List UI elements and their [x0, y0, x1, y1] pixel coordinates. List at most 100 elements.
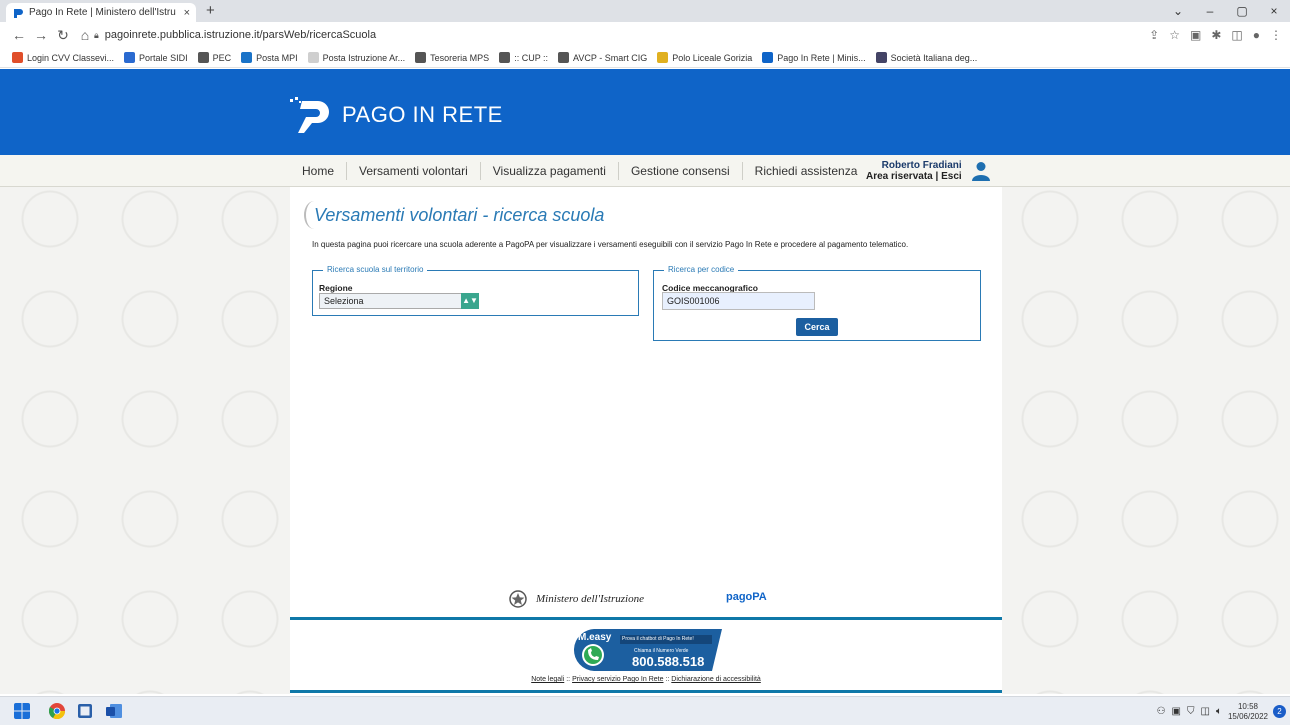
bookmark-item[interactable]: Pago In Rete | Minis... [762, 52, 866, 63]
bookmark-favicon-icon [499, 52, 511, 63]
menu-item-gestione-consensi[interactable]: Gestione consensi [619, 162, 743, 180]
tray-app-icon[interactable]: ▣ [1172, 706, 1181, 717]
bookmark-item[interactable]: AVCP - Smart CIG [558, 52, 647, 63]
browser-tab[interactable]: Pago In Rete | Ministero dell'Istru × [6, 3, 196, 22]
network-icon[interactable]: ⚇ [1157, 706, 1166, 717]
bookmark-label: AVCP - Smart CIG [573, 52, 648, 63]
browser-tab-bar: Pago In Rete | Ministero dell'Istru × + … [0, 0, 1290, 22]
bookmark-star-icon[interactable]: ☆ [1169, 28, 1180, 42]
reload-icon[interactable]: ↻ [52, 27, 74, 44]
bookmark-favicon-icon [124, 52, 136, 63]
search-button[interactable]: Cerca [796, 318, 838, 336]
bookmark-label: Portale SIDI [139, 52, 188, 63]
volume-icon[interactable]: 🔈︎ [1216, 706, 1222, 717]
bookmark-label: Polo Liceale Gorizia [672, 52, 753, 63]
url-text: pagoinrete.pubblica.istruzione.it/parsWe… [104, 29, 377, 41]
share-icon[interactable]: ⇪ [1149, 28, 1159, 42]
bookmark-item[interactable]: PEC [197, 52, 232, 63]
accessibility-link[interactable]: Dichiarazione di accessibilità [671, 676, 761, 683]
pagopa-logo[interactable]: pagoPA [726, 591, 767, 603]
system-tray: ⚇ ▣ ⛉ ◫ 🔈︎ 10:58 15/06/2022 [1157, 697, 1268, 725]
windows-taskbar: ⚇ ▣ ⛉ ◫ 🔈︎ 10:58 15/06/2022 2 [0, 696, 1290, 725]
pagoinrete-favicon-icon [14, 8, 23, 18]
bookmark-item[interactable]: Posta Istruzione Ar... [307, 52, 405, 63]
menu-item-richiedi-assistenza[interactable]: Richiedi assistenza [743, 162, 870, 180]
pago-in-rete-logo[interactable]: PAGO IN RETE [288, 95, 503, 135]
tab-search-icon[interactable]: ⌄ [1162, 0, 1194, 22]
bookmark-favicon-icon [12, 52, 23, 63]
forward-arrow-icon[interactable]: → [30, 27, 52, 43]
user-icon[interactable] [972, 161, 990, 181]
extension-icon[interactable]: ▣ [1190, 28, 1201, 42]
extensions-puzzle-icon[interactable]: ✱ [1211, 28, 1221, 42]
select-arrows-icon: ▲▼ [461, 293, 479, 309]
code-input-value: GOIS001006 [667, 296, 720, 306]
chrome-icon[interactable] [49, 703, 65, 719]
region-label: Regione [319, 283, 353, 293]
region-select[interactable]: Seleziona ▲▼ [319, 293, 479, 309]
code-input[interactable]: GOIS001006 [662, 292, 815, 310]
reserved-area-link[interactable]: Area riservata [866, 171, 933, 182]
bookmark-item[interactable]: Società Italiana deg... [875, 52, 977, 63]
notification-badge[interactable]: 2 [1273, 705, 1286, 718]
bookmark-item[interactable]: Posta MPI [241, 52, 298, 63]
maximize-button[interactable]: ▢ [1226, 0, 1258, 22]
footer-link-separator: :: [665, 676, 670, 683]
footer-logos: Ministero dell'Istruzione pagoPA [290, 585, 1002, 615]
bookmark-item[interactable]: :: CUP :: [499, 52, 548, 63]
menu-item-versamenti-volontari[interactable]: Versamenti volontari [347, 162, 481, 180]
footer-link-separator: :: [566, 676, 571, 683]
window-controls: ⌄ – ▢ × [1162, 0, 1290, 22]
lock-icon: 🔒︎ [94, 29, 99, 40]
profile-icon[interactable]: ● [1253, 28, 1260, 42]
main-content: Versamenti volontari - ricerca scuola In… [290, 187, 1002, 694]
bookmark-label: Tesoreria MPS [430, 52, 490, 63]
bookmark-label: Pago In Rete | Minis... [777, 52, 866, 63]
side-panel-icon[interactable]: ◫ [1231, 28, 1242, 42]
bookmark-item[interactable]: Tesoreria MPS [415, 52, 489, 63]
bookmark-item[interactable]: Login CVV Classevi... [12, 52, 114, 63]
ministry-logo[interactable]: Ministero dell'Istruzione [508, 589, 644, 609]
minimize-button[interactable]: – [1194, 0, 1226, 22]
bookmark-item[interactable]: Polo Liceale Gorizia [657, 52, 752, 63]
clock[interactable]: 10:58 15/06/2022 [1228, 702, 1268, 722]
home-icon[interactable]: ⌂ [74, 27, 96, 43]
new-tab-button[interactable]: + [206, 2, 215, 19]
bookmark-favicon-icon [241, 52, 253, 63]
close-window-button[interactable]: × [1258, 0, 1290, 22]
legal-notes-link[interactable]: Note legali [531, 676, 564, 683]
word-icon[interactable] [106, 703, 122, 719]
bookmark-label: Posta MPI [256, 52, 298, 63]
tab-close-icon[interactable]: × [184, 7, 190, 19]
bookmark-favicon-icon [197, 52, 209, 63]
bookmarks-bar: Login CVV Classevi... Portale SIDI PEC Post… [0, 48, 1290, 68]
wifi-icon[interactable]: ◫ [1201, 706, 1210, 717]
code-search-fieldset: Ricerca per codice Codice meccanografico… [653, 265, 981, 341]
address-bar: ← → ↻ ⌂ 🔒︎ pagoinrete.pubblica.istruzion… [0, 22, 1290, 48]
photos-app-icon[interactable] [77, 703, 93, 719]
territory-search-fieldset: Ricerca scuola sul territorio Regione Se… [312, 265, 639, 316]
browser-menu-icon[interactable]: ⋮ [1270, 28, 1282, 42]
back-arrow-icon[interactable]: ← [8, 27, 30, 43]
bookmark-favicon-icon [415, 52, 427, 63]
footer-divider-top [290, 617, 1002, 620]
url-field[interactable]: 🔒︎ pagoinrete.pubblica.istruzione.it/par… [94, 25, 1154, 45]
logout-link[interactable]: Esci [941, 171, 962, 182]
menu-item-home[interactable]: Home [290, 162, 348, 180]
intro-text: In questa pagina puoi ricercare una scuo… [312, 240, 909, 249]
meeasy-brand: M.easy [578, 632, 612, 643]
tab-title: Pago In Rete | Ministero dell'Istru [29, 7, 176, 18]
bookmark-favicon-icon [657, 52, 669, 63]
toll-free-number: 800.588.518 [632, 654, 705, 669]
bookmark-favicon-icon [762, 52, 774, 63]
bookmark-item[interactable]: Portale SIDI [124, 52, 188, 63]
bookmark-label: PEC [212, 52, 232, 63]
privacy-link[interactable]: Privacy servizio Pago In Rete [572, 676, 663, 683]
meeasy-banner[interactable]: M.easy Prova il chatbot di Pago In Rete!… [572, 629, 722, 671]
windows-start-icon[interactable] [14, 703, 30, 719]
menu-item-visualizza-pagamenti[interactable]: Visualizza pagamenti [481, 162, 619, 180]
tray-shield-icon[interactable]: ⛉ [1187, 706, 1195, 717]
page-title: Versamenti volontari - ricerca scuola [314, 205, 605, 225]
pago-in-rete-logo-icon [290, 97, 329, 133]
footer-links: Note legali :: Privacy servizio Pago In … [290, 676, 1002, 683]
